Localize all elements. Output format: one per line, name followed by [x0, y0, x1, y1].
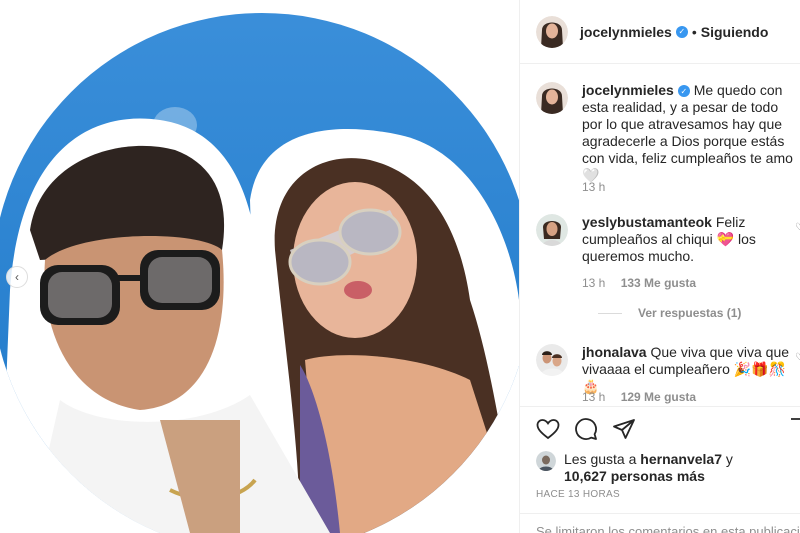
likes-count-link[interactable]: 10,627 personas más: [564, 468, 705, 484]
heart-icon[interactable]: ♡: [795, 222, 800, 233]
avatar[interactable]: [536, 344, 568, 376]
verified-badge-icon: ✓: [677, 85, 690, 98]
post-image: [0, 13, 519, 533]
comment-time: 13 h: [582, 390, 606, 404]
caption-username[interactable]: jocelynmieles: [582, 82, 674, 98]
view-replies-button[interactable]: Ver respuestas (1): [598, 306, 741, 320]
comment-text: jhonalava Que viva que viva que vivaaaa …: [582, 344, 800, 395]
save-bookmark-icon[interactable]: [789, 417, 800, 446]
likes-user-link[interactable]: hernanvela7: [640, 451, 722, 467]
view-replies-label: Ver respuestas (1): [638, 306, 742, 320]
verified-badge-icon: ✓: [675, 25, 688, 38]
avatar[interactable]: [536, 82, 568, 114]
follow-status-button[interactable]: Siguiendo: [701, 24, 769, 40]
comment-username[interactable]: yeslybustamanteok: [582, 214, 712, 230]
post-sidebar: jocelynmieles ✓ • Siguiendo jocelynmiele…: [519, 0, 800, 533]
likes-joiner: y: [725, 451, 733, 467]
avatar[interactable]: [536, 451, 556, 471]
comment-time: 13 h: [582, 276, 606, 290]
comments-list[interactable]: jocelynmieles ✓ Me quedo con esta realida…: [520, 64, 800, 406]
caption-text: jocelynmieles ✓ Me quedo con esta realida…: [582, 82, 800, 184]
action-icons: [536, 417, 636, 441]
caption-time: 13 h: [582, 180, 606, 194]
post-actions: Les gusta a hernanvela7 y 10,627 persona…: [520, 406, 800, 533]
comment-text: yeslybustamanteok Feliz cumpleaños al ch…: [582, 214, 800, 265]
comment-likes[interactable]: 129 Me gusta: [621, 390, 696, 404]
comment-likes[interactable]: 133 Me gusta: [621, 276, 696, 290]
avatar[interactable]: [536, 214, 568, 246]
likes-text: Les gusta a hernanvela7 y 10,627 persona…: [564, 451, 733, 485]
likes-summary: Les gusta a hernanvela7 y 10,627 persona…: [536, 451, 733, 485]
post-photo[interactable]: ‹: [0, 0, 519, 533]
comment-bubble-icon[interactable]: [574, 417, 598, 441]
post-timestamp[interactable]: HACE 13 HORAS: [536, 489, 620, 500]
post-username[interactable]: jocelynmieles: [580, 24, 672, 40]
avatar[interactable]: [536, 15, 568, 48]
like-heart-icon[interactable]: [536, 417, 560, 441]
share-paper-plane-icon[interactable]: [612, 417, 636, 441]
comment-meta: 13 h 129 Me gusta: [582, 390, 696, 404]
chevron-left-icon[interactable]: ‹: [6, 266, 28, 288]
comment-meta: 13 h 133 Me gusta: [582, 276, 696, 290]
separator-dot: •: [691, 23, 697, 40]
comment-username[interactable]: jhonalava: [582, 344, 647, 360]
post-header: jocelynmieles ✓ • Siguiendo: [520, 0, 800, 64]
comments-limited-notice: Se limitaron los comentarios en esta pub…: [520, 513, 800, 533]
heart-icon[interactable]: ♡: [795, 352, 800, 363]
likes-prefix: Les gusta a: [564, 451, 637, 467]
replies-divider: [598, 312, 622, 314]
